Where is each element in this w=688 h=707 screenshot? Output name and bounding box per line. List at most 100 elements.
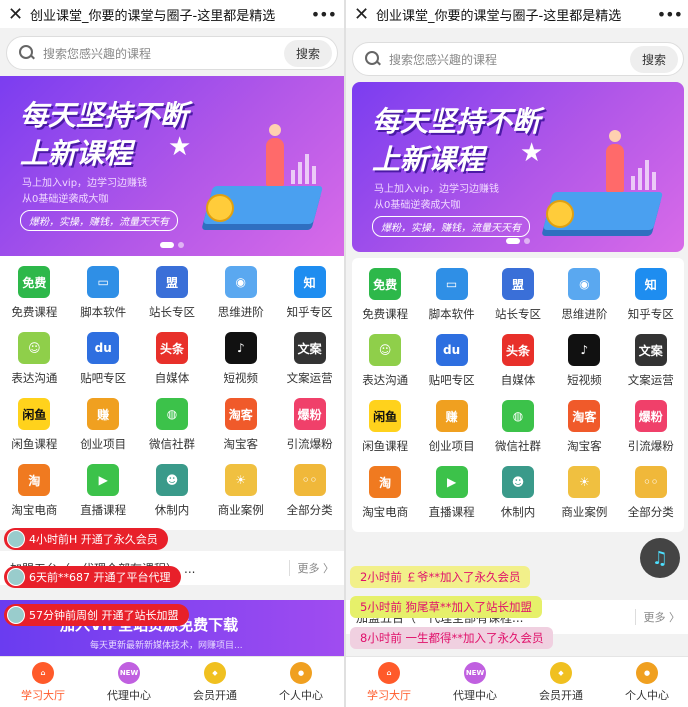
news-more-link[interactable]: 更多 〉	[634, 609, 680, 625]
tab-item[interactable]: NEW 代理中心	[86, 657, 172, 707]
category-item[interactable]: ☻ 休制内	[138, 464, 207, 530]
search-input[interactable]: 搜索您感兴趣的课程	[35, 45, 284, 62]
category-label: 表达沟通	[362, 373, 409, 387]
tab-item[interactable]: ◆ 会员开通	[172, 657, 258, 707]
tab-icon: ●	[636, 661, 658, 684]
category-item[interactable]: ♪ 短视频	[551, 334, 617, 400]
banner-line1: 每天坚持不断	[20, 99, 189, 132]
banner-pill: 爆粉，实操，赚钱，流量天天有	[20, 210, 178, 231]
tab-label: 个人中心	[625, 688, 669, 702]
category-item[interactable]: ☻ 休制内	[485, 466, 551, 532]
category-item[interactable]: 淘客 淘宝客	[206, 398, 275, 464]
category-item[interactable]: ☀ 商业案例	[551, 466, 617, 532]
category-label: 脚本软件	[80, 305, 127, 319]
category-label: 表达沟通	[11, 371, 58, 385]
category-item[interactable]: ▭ 脚本软件	[69, 266, 138, 332]
category-icon: du	[87, 332, 120, 364]
category-label: 免费课程	[11, 305, 58, 319]
more-icon[interactable]: •••	[305, 5, 337, 24]
music-icon[interactable]: ♫	[640, 538, 680, 578]
category-icon: ▭	[435, 268, 468, 300]
category-item[interactable]: 赚创业项目	[69, 398, 138, 464]
tab-item[interactable]: ⌂ 学习大厅	[346, 657, 432, 707]
promo-banner[interactable]: 每天坚持不断 上新课程 ★ 马上加入vip，边学习边赚钱 从0基础逆袭成大咖 爆…	[0, 76, 344, 256]
search-button[interactable]: 搜索	[629, 45, 678, 73]
tab-label: 代理中心	[453, 688, 497, 702]
search-input[interactable]: 搜索您感兴趣的课程	[381, 51, 630, 68]
category-item[interactable]: 免费 免费课程	[0, 266, 69, 332]
category-item[interactable]: 闲鱼 闲鱼课程	[352, 400, 418, 466]
category-item[interactable]: ◉ 思维进阶	[206, 266, 275, 332]
category-label: 商业案例	[561, 505, 608, 519]
category-item[interactable]: 头条 自媒体	[138, 332, 207, 398]
category-item[interactable]: du 贴吧专区	[69, 332, 138, 398]
more-icon[interactable]: •••	[651, 5, 683, 24]
person-illustration	[266, 138, 284, 186]
category-item[interactable]: du 贴吧专区	[418, 334, 484, 400]
category-label: 贴吧专区	[80, 371, 127, 385]
tab-item[interactable]: ◆ 会员开通	[518, 657, 604, 707]
category-item[interactable]: 知知乎专区	[275, 266, 344, 332]
category-item[interactable]: 赚创业项目	[418, 400, 484, 466]
category-item[interactable]: ☺ 表达沟通	[0, 332, 69, 398]
category-icon: ☀	[568, 466, 601, 498]
category-item[interactable]: 爆粉 引流爆粉	[275, 398, 344, 464]
category-label: 淘宝客	[567, 439, 602, 453]
search-bar[interactable]: 搜索您感兴趣的课程 搜索	[352, 42, 684, 76]
category-item[interactable]: 免费 免费课程	[352, 268, 418, 334]
tab-icon: ⌂	[32, 661, 54, 684]
category-item[interactable]: 头条 自媒体	[485, 334, 551, 400]
category-label: 文案运营	[286, 371, 333, 385]
category-item[interactable]: ▭ 脚本软件	[418, 268, 484, 334]
carousel-dots	[160, 242, 184, 248]
category-item[interactable]: 淘客 淘宝客	[551, 400, 617, 466]
left-phone: ✕ 创业课堂_你要的课堂与圈子-这里都是精选 ••• 搜索您感兴趣的课程 搜索 …	[0, 0, 344, 707]
category-item[interactable]: 文案 文案运营	[275, 332, 344, 398]
category-label: 创业项目	[428, 439, 475, 453]
right-phone: ✕ 创业课堂_你要的课堂与圈子-这里都是精选 ••• 搜索您感兴趣的课程 搜索 …	[344, 0, 688, 707]
category-item[interactable]: ◦◦ 全部分类	[275, 464, 344, 530]
category-item[interactable]: 爆粉 引流爆粉	[618, 400, 684, 466]
category-item[interactable]: 知知乎专区	[618, 268, 684, 334]
chart-illustration	[291, 154, 316, 184]
tab-item[interactable]: NEW 代理中心	[432, 657, 518, 707]
banner-sub1: 马上加入vip，边学习边赚钱	[374, 184, 500, 195]
category-item[interactable]: ◉ 思维进阶	[551, 268, 617, 334]
category-label: 淘宝电商	[11, 503, 58, 517]
category-item[interactable]: ▶ 直播课程	[69, 464, 138, 530]
search-button[interactable]: 搜索	[283, 39, 332, 67]
close-icon[interactable]: ✕	[8, 4, 30, 25]
category-item[interactable]: ◍ 微信社群	[485, 400, 551, 466]
category-icon: 淘	[18, 464, 51, 496]
tab-icon: ●	[290, 661, 312, 684]
tab-label: 个人中心	[279, 688, 323, 702]
category-item[interactable]: 盟站长专区	[138, 266, 207, 332]
category-item[interactable]: 淘淘宝电商	[352, 466, 418, 532]
category-label: 引流爆粉	[286, 437, 333, 451]
category-item[interactable]: 文案 文案运营	[618, 334, 684, 400]
category-icon: 淘	[369, 466, 402, 498]
category-icon: ♪	[224, 332, 257, 364]
tab-item[interactable]: ⌂ 学习大厅	[0, 657, 86, 707]
category-item[interactable]: 闲鱼 闲鱼课程	[0, 398, 69, 464]
coin-illustration	[206, 194, 234, 222]
close-icon[interactable]: ✕	[354, 4, 376, 25]
category-item[interactable]: ◦◦ 全部分类	[618, 466, 684, 532]
category-item[interactable]: ☀ 商业案例	[206, 464, 275, 530]
category-label: 微信社群	[494, 439, 541, 453]
category-item[interactable]: ▶ 直播课程	[418, 466, 484, 532]
tab-icon: NEW	[464, 661, 486, 684]
tab-item[interactable]: ● 个人中心	[258, 657, 344, 707]
category-icon: 赚	[87, 398, 120, 430]
tab-item[interactable]: ● 个人中心	[604, 657, 688, 707]
search-bar[interactable]: 搜索您感兴趣的课程 搜索	[6, 36, 338, 70]
category-item[interactable]: 淘淘宝电商	[0, 464, 69, 530]
news-more-link[interactable]: 更多 〉	[288, 560, 334, 576]
category-item[interactable]: 盟站长专区	[485, 268, 551, 334]
category-item[interactable]: ◍ 微信社群	[138, 398, 207, 464]
category-item[interactable]: ♪ 短视频	[206, 332, 275, 398]
category-icon: 爆粉	[634, 400, 667, 432]
promo-banner[interactable]: 每天坚持不断 上新课程 ★ 马上加入vip，边学习边赚钱 从0基础逆袭成大咖 爆…	[352, 82, 684, 252]
category-icon: ♪	[568, 334, 601, 366]
category-item[interactable]: ☺ 表达沟通	[352, 334, 418, 400]
